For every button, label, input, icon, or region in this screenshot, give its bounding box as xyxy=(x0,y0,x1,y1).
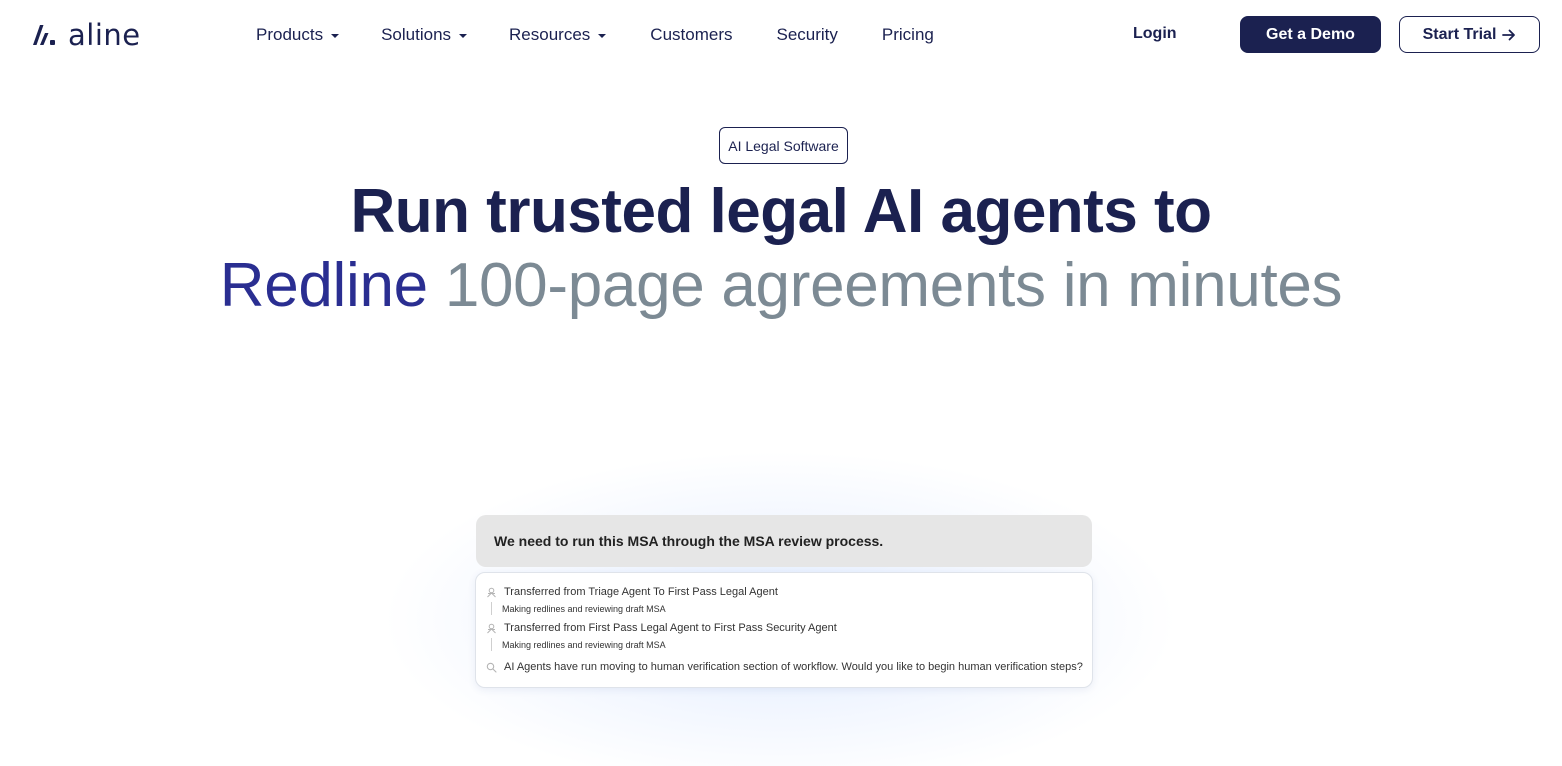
top-nav: aline Products Solutions Resources Custo… xyxy=(0,0,1562,70)
caret-down-icon xyxy=(598,34,607,38)
log-connector xyxy=(491,602,492,615)
hero-headline-line1: Run trusted legal AI agents to xyxy=(350,177,1212,246)
log-entry: AI Agents have run moving to human verif… xyxy=(486,661,1083,673)
log-entry-text: Transferred from First Pass Legal Agent … xyxy=(504,622,837,634)
nav-item-solutions[interactable]: Solutions xyxy=(381,25,468,45)
get-demo-button[interactable]: Get a Demo xyxy=(1240,16,1381,53)
hero-headline-rest: 100-page agreements in minutes xyxy=(444,251,1343,320)
login-link[interactable]: Login xyxy=(1133,22,1177,46)
hero-badge: AI Legal Software xyxy=(719,127,848,164)
log-connector xyxy=(491,638,492,651)
nav-item-customers[interactable]: Customers xyxy=(650,25,732,45)
log-subentry: Making redlines and reviewing draft MSA xyxy=(502,604,666,614)
nav-item-label: Products xyxy=(256,25,324,44)
log-subentry-text: Making redlines and reviewing draft MSA xyxy=(502,604,666,614)
arrow-right-icon xyxy=(1502,29,1516,40)
start-trial-button[interactable]: Start Trial xyxy=(1399,16,1540,53)
search-icon xyxy=(486,662,497,673)
log-subentry: Making redlines and reviewing draft MSA xyxy=(502,640,666,650)
nav-item-products[interactable]: Products xyxy=(256,25,340,45)
agent-icon xyxy=(487,623,496,633)
caret-down-icon xyxy=(331,34,340,38)
nav-item-label: Customers xyxy=(650,25,733,44)
log-subentry-text: Making redlines and reviewing draft MSA xyxy=(502,640,666,650)
brand-name: aline xyxy=(68,18,141,52)
hero-headline-accent: Redline xyxy=(219,251,428,320)
nav-item-label: Security xyxy=(776,25,838,44)
brand-logo[interactable]: aline xyxy=(30,20,141,50)
chat-prompt-text: We need to run this MSA through the MSA … xyxy=(494,533,884,549)
start-trial-label: Start Trial xyxy=(1422,25,1497,43)
agent-icon xyxy=(487,587,496,597)
chat-prompt: We need to run this MSA through the MSA … xyxy=(476,515,1092,567)
log-entry: Transferred from Triage Agent To First P… xyxy=(486,586,778,598)
nav-item-label: Solutions xyxy=(381,25,452,44)
agent-activity-log: Transferred from Triage Agent To First P… xyxy=(475,572,1093,688)
log-entry-text: AI Agents have run moving to human verif… xyxy=(504,661,1083,673)
nav-item-label: Resources xyxy=(509,25,591,44)
log-entry-text: Transferred from Triage Agent To First P… xyxy=(504,586,778,598)
nav-item-resources[interactable]: Resources xyxy=(509,25,607,45)
nav-item-label: Pricing xyxy=(881,25,934,44)
nav-item-security[interactable]: Security xyxy=(776,25,837,45)
caret-down-icon xyxy=(459,34,468,38)
nav-item-pricing[interactable]: Pricing xyxy=(882,25,934,45)
log-entry: Transferred from First Pass Legal Agent … xyxy=(486,622,837,634)
nav-links: Products Solutions Resources Customers S… xyxy=(256,22,934,48)
hero-headline-line2: Redline 100-page agreements in minutes xyxy=(0,250,1562,322)
aline-mark-icon xyxy=(33,25,55,45)
